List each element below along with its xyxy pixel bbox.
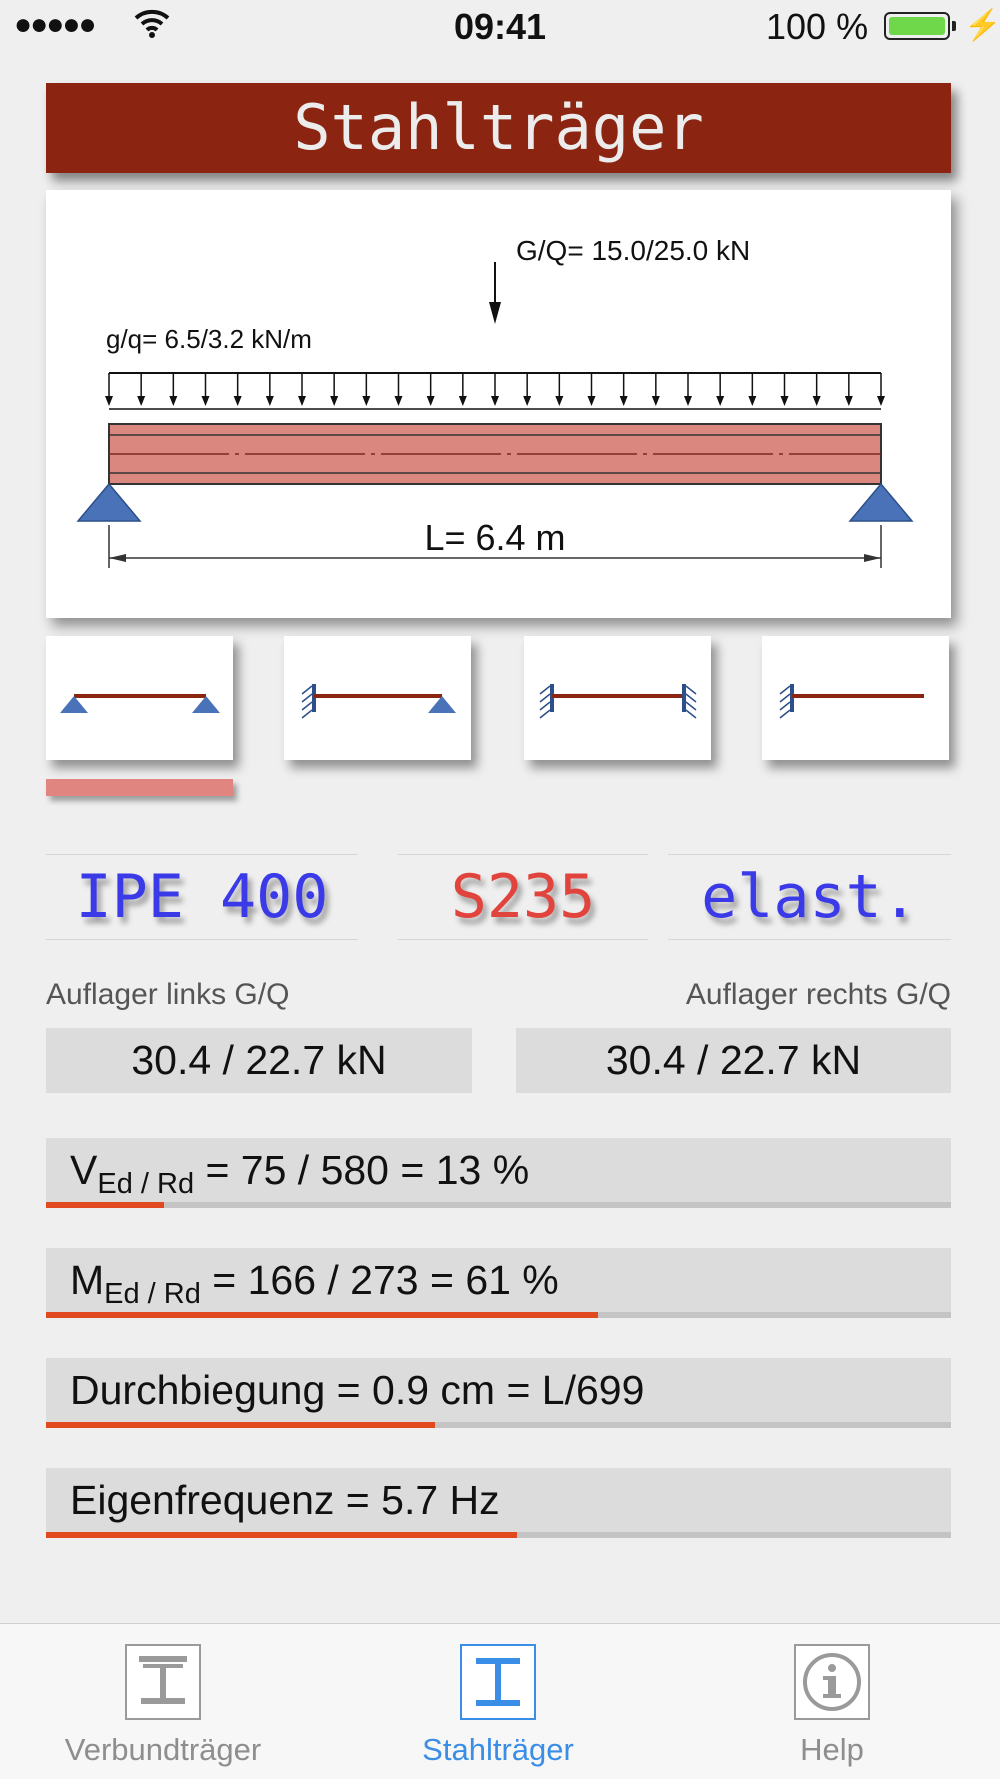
load-arrow-head [105, 396, 113, 406]
load-arrow-head [555, 396, 564, 406]
fixed-pinned-icon [301, 684, 456, 719]
steel-grade-value: S235 [450, 862, 596, 932]
page-title: Stahlträger [46, 83, 951, 173]
right-support [848, 482, 914, 522]
status-bar: ●●●●● 09:41 100 % ⚡ [0, 0, 1000, 50]
deflection-check-text: Durchbiegung = 0.9 cm = L/699 [70, 1367, 645, 1413]
profile-value: IPE 400 [75, 862, 329, 932]
fixed-fixed-icon [539, 684, 697, 719]
tab-label: Stahlträger [422, 1732, 574, 1767]
load-arrow-head [298, 396, 306, 406]
deflection-utilization-bar [46, 1422, 436, 1428]
load-arrow-head [619, 396, 628, 406]
shear-utilization-bar [46, 1202, 164, 1208]
moment-check[interactable]: MEd / Rd = 166 / 273 = 61 % [46, 1248, 951, 1318]
frequency-check-text: Eigenfrequenz = 5.7 Hz [70, 1477, 500, 1523]
load-arrow-head [491, 396, 499, 406]
load-arrow-head [137, 396, 146, 406]
steel-grade-selector[interactable]: S235 [398, 854, 648, 940]
deflection-check[interactable]: Durchbiegung = 0.9 cm = L/699 [46, 1358, 951, 1428]
tab-verbundtraeger[interactable]: Verbundträger [43, 1644, 283, 1768]
frequency-check[interactable]: Eigenfrequenz = 5.7 Hz [46, 1468, 951, 1538]
right-reaction-label: Auflager rechts G/Q [685, 978, 951, 1011]
load-arrow-head [844, 396, 853, 406]
charging-icon: ⚡ [964, 9, 1000, 42]
steel-beam-icon [460, 1644, 536, 1720]
load-arrow-head [362, 396, 371, 406]
frequency-utilization-bar [46, 1532, 517, 1538]
battery-icon [884, 12, 950, 40]
load-arrow-head [233, 396, 242, 406]
load-arrow-head [587, 396, 596, 406]
support-fixed-fixed-button[interactable] [524, 636, 711, 760]
composite-beam-icon [125, 1644, 201, 1720]
load-arrow-head [651, 396, 660, 406]
calc-method-value: elast. [701, 862, 918, 932]
tab-stahltraeger[interactable]: Stahlträger [378, 1644, 618, 1768]
tab-label: Verbundträger [64, 1732, 262, 1767]
calc-method-selector[interactable]: elast. [668, 854, 951, 940]
distributed-load-arrows [105, 372, 885, 410]
load-arrow-head [716, 396, 725, 406]
load-arrow-head [265, 396, 274, 406]
load-arrow-head [458, 396, 467, 406]
simply-supported-icon [60, 694, 220, 713]
point-load-arrow [489, 262, 501, 324]
moment-utilization-bar [46, 1312, 599, 1318]
profile-selector[interactable]: IPE 400 [46, 854, 358, 940]
selected-support-indicator [46, 779, 233, 796]
load-arrow-head [877, 396, 885, 406]
info-icon [794, 1644, 870, 1720]
load-arrow-head [780, 396, 789, 406]
beam-diagram[interactable]: G/Q= 15.0/25.0 kN g/q= 6.5/3.2 kN/m L= 6… [46, 190, 951, 618]
span-label: L= 6.4 m [424, 517, 565, 558]
load-arrow-head [426, 396, 435, 406]
load-arrow-head [812, 396, 821, 406]
tab-bar: Verbundträger Stahlträger Help [0, 1623, 1000, 1779]
tab-help[interactable]: Help [712, 1644, 952, 1768]
support-cantilever-button[interactable] [762, 636, 949, 760]
load-arrow-head [748, 396, 757, 406]
support-simply-supported-button[interactable] [46, 636, 233, 760]
right-reaction-value: 30.4 / 22.7 kN [516, 1028, 951, 1093]
left-reaction-value: 30.4 / 22.7 kN [46, 1028, 472, 1093]
support-fixed-pinned-button[interactable] [284, 636, 471, 760]
left-support [76, 482, 142, 522]
point-load-label: G/Q= 15.0/25.0 kN [516, 235, 750, 266]
left-reaction-label: Auflager links G/Q [46, 978, 290, 1011]
shear-check[interactable]: VEd / Rd = 75 / 580 = 13 % [46, 1138, 951, 1208]
cantilever-icon [779, 684, 924, 719]
load-arrow-head [684, 396, 692, 406]
load-arrow-head [169, 396, 178, 406]
tab-label: Help [800, 1732, 864, 1767]
load-arrow-head [523, 396, 532, 406]
load-arrow-head [201, 396, 210, 406]
distributed-load-label: g/q= 6.5/3.2 kN/m [106, 324, 312, 354]
load-arrow-head [394, 396, 403, 406]
battery-tip [952, 21, 956, 31]
battery-percent: 100 % [766, 6, 869, 47]
load-arrow-head [330, 396, 339, 406]
